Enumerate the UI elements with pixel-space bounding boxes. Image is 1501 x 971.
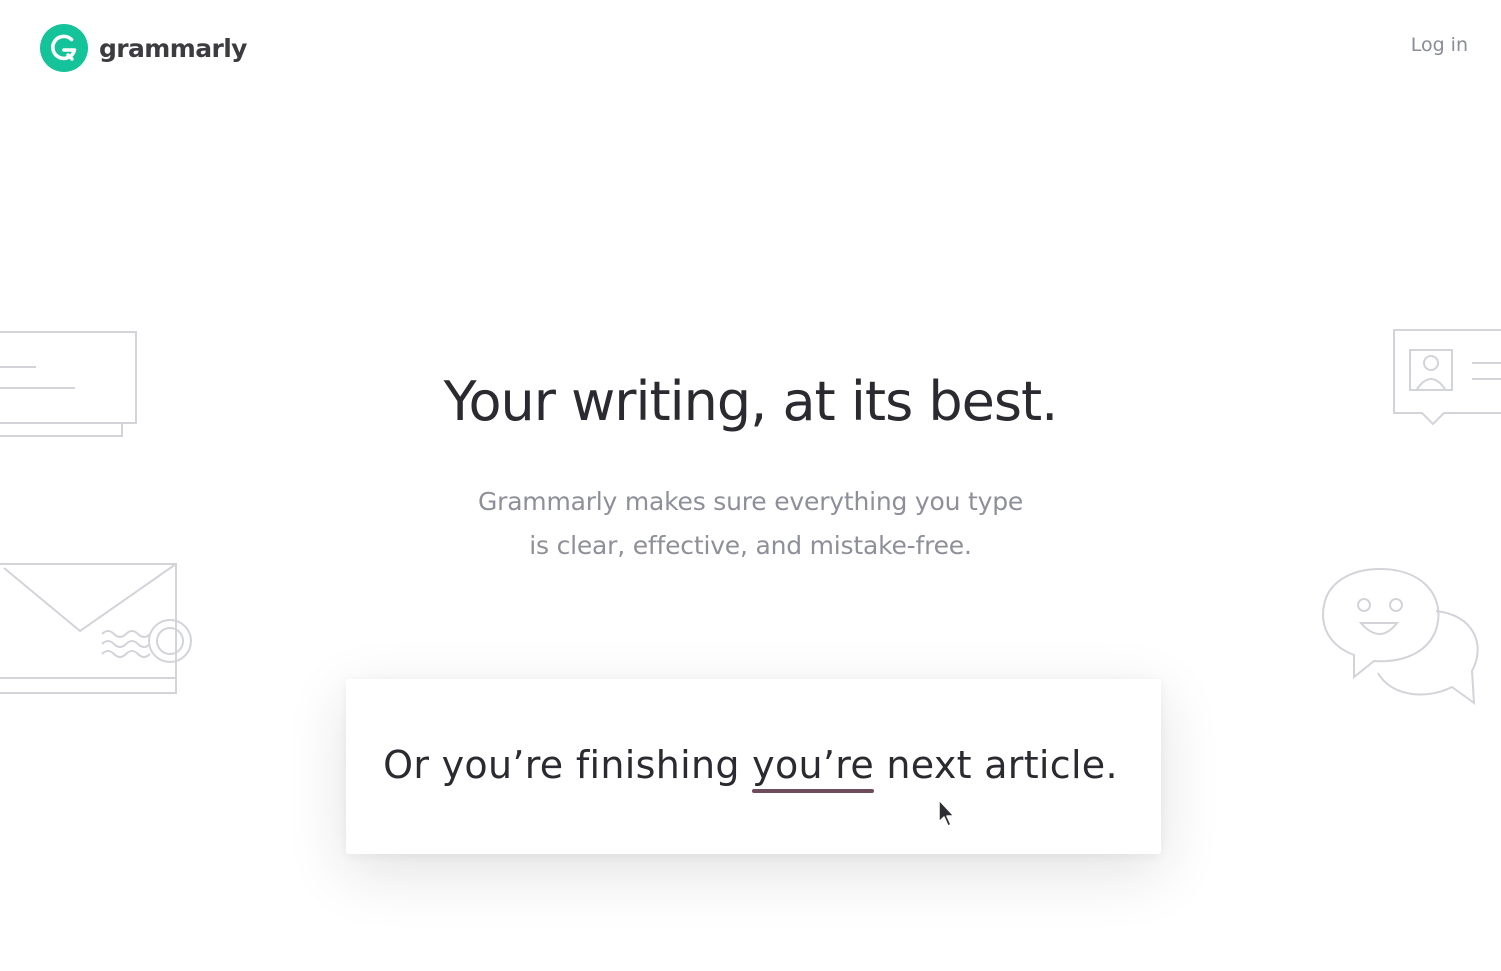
hero-subtitle-line-2: is clear, effective, and mistake-free. [529, 531, 972, 560]
hero-subtitle-line-1: Grammarly makes sure everything you type [477, 487, 1024, 516]
login-link[interactable]: Log in [1411, 34, 1468, 56]
brand-name: grammarly [99, 33, 247, 63]
demo-sentence: Or you’re finishing you’re next article. [0, 743, 1501, 787]
grammarly-logo-link[interactable]: grammarly [40, 24, 247, 72]
demo-text-before: Or you’re finishing [383, 743, 753, 787]
grammarly-g-logo-icon [40, 24, 88, 72]
envelope-icon [0, 563, 192, 694]
hero-title: Your writing, at its best. [443, 370, 1059, 433]
demo-text-after: next article. [874, 743, 1118, 787]
flagged-word[interactable]: you’re [752, 743, 874, 787]
mouse-pointer-icon [938, 799, 955, 827]
chat-bubbles-icon [1322, 567, 1479, 706]
hero-subtitle: Grammarly makes sure everything you type… [0, 480, 1501, 568]
